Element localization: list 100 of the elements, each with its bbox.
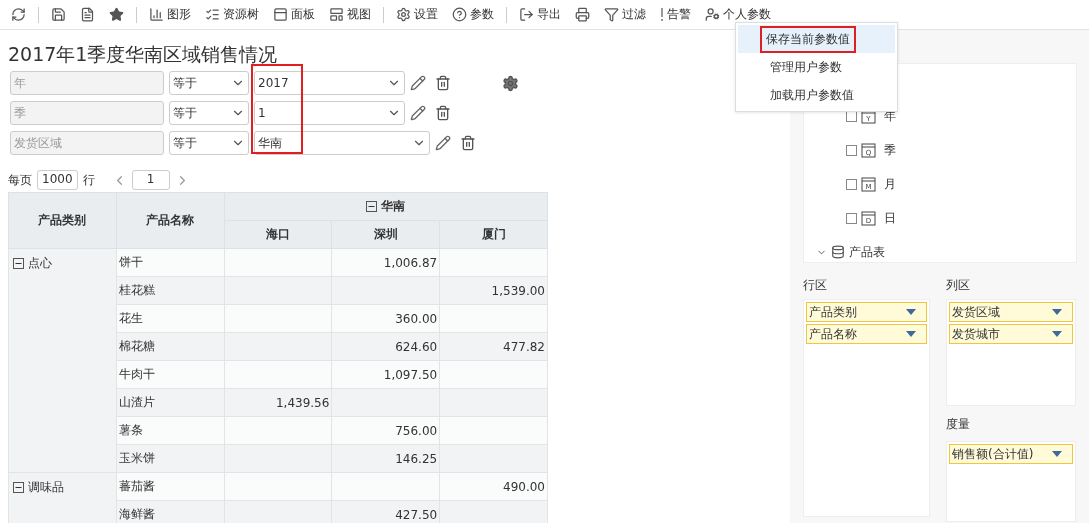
dropdown-icon[interactable]	[1052, 309, 1062, 315]
table-cell: 玉米饼	[116, 444, 225, 473]
column-header: 产品名称	[116, 192, 225, 249]
field-chip[interactable]: 发货区域	[949, 302, 1073, 322]
filter-field: 年	[10, 71, 164, 95]
toolbar-button[interactable]: 告警	[655, 2, 696, 27]
toolbar-button[interactable]: 面板	[268, 2, 320, 27]
value-select[interactable]: 2017	[254, 71, 405, 95]
dropdown-icon[interactable]	[906, 331, 916, 337]
dropdown-icon[interactable]	[1052, 451, 1062, 457]
zone-title: 度量	[946, 416, 971, 433]
per-page-label: 每页	[8, 171, 32, 189]
filter-field: 季	[10, 101, 164, 125]
delete-icon[interactable]	[460, 135, 476, 151]
report-title: 2017年1季度华南区域销售情况	[8, 42, 278, 67]
column-header: 海口	[224, 220, 332, 249]
checkbox[interactable]	[846, 110, 857, 122]
delete-icon[interactable]	[435, 105, 451, 121]
menu-item[interactable]: 保存当前参数值	[738, 25, 895, 53]
edit-icon[interactable]	[410, 105, 426, 121]
rows-label: 行	[82, 171, 95, 189]
table-cell: 棉花糖	[116, 332, 225, 361]
dropdown-icon[interactable]	[1052, 331, 1062, 337]
category-label: 点心	[28, 255, 52, 272]
menu-item[interactable]: 加载用户参数值	[738, 81, 895, 109]
tree-item[interactable]: 月	[884, 175, 896, 193]
dropdown-icon[interactable]	[906, 309, 916, 315]
table-cell: 360.00	[331, 304, 440, 333]
collapse-icon[interactable]	[366, 201, 378, 212]
toolbar-button[interactable]: 个人参数	[700, 2, 776, 27]
toolbar-button[interactable]: 视图	[324, 2, 376, 27]
star-icon	[109, 7, 124, 22]
checkbox[interactable]	[846, 144, 857, 156]
table-cell: 1,539.00	[439, 276, 548, 305]
value-select[interactable]: 华南	[254, 131, 430, 155]
checkbox[interactable]	[846, 212, 857, 224]
table-cell: 薯条	[116, 416, 225, 445]
filter-icon	[604, 7, 619, 22]
toolbar-button[interactable]: 图形	[144, 2, 196, 27]
layout-icon	[329, 7, 344, 22]
user-icon	[705, 7, 720, 22]
panel-icon	[273, 7, 288, 22]
operator-select[interactable]: 等于	[169, 101, 249, 125]
table-cell: 624.60	[331, 332, 440, 361]
settings-icon	[396, 7, 411, 22]
table-cell: 牛肉干	[116, 360, 225, 389]
toolbar-button[interactable]: 设置	[391, 2, 443, 27]
delete-icon[interactable]	[435, 75, 451, 91]
printer-icon	[575, 7, 590, 22]
refresh-icon	[11, 7, 26, 22]
collapse-icon[interactable]	[13, 258, 24, 269]
tree-item[interactable]: 季	[884, 141, 896, 159]
table-cell: 桂花糕	[116, 276, 225, 305]
table-cell: 1,006.87	[331, 248, 440, 277]
toolbar-button[interactable]: 过滤	[599, 2, 651, 27]
toolbar-button[interactable]: 参数	[447, 2, 499, 27]
menu-item[interactable]: 管理用户参数	[738, 53, 895, 81]
operator-select[interactable]: 等于	[169, 71, 249, 95]
exclamation-icon	[660, 7, 664, 22]
group-header: 华南	[381, 198, 406, 215]
table-cell: 饼干	[116, 248, 225, 277]
column-header: 产品类别	[8, 192, 117, 249]
edit-icon[interactable]	[410, 75, 426, 91]
table-cell: 756.00	[331, 416, 440, 445]
help-icon	[452, 7, 467, 22]
zone-title: 行区	[803, 277, 828, 294]
table-cell: 蕃茄酱	[116, 472, 225, 501]
save-icon	[51, 7, 66, 22]
checkbox[interactable]	[846, 178, 857, 190]
page-size-field[interactable]: 1000	[37, 170, 78, 190]
settings-icon[interactable]	[502, 74, 519, 92]
table-cell: 山渣片	[116, 388, 225, 417]
toolbar-button[interactable]: 资源树	[200, 2, 264, 27]
field-chip[interactable]: 销售额(合计值)	[949, 444, 1073, 464]
field-chip[interactable]: 产品名称	[806, 324, 927, 344]
field-chip[interactable]: 产品类别	[806, 302, 927, 322]
field-chip[interactable]: 发货城市	[949, 324, 1073, 344]
table-cell: 146.25	[331, 444, 440, 473]
toolbar-button[interactable]: 导出	[514, 2, 566, 27]
page-number-field[interactable]: 1	[131, 170, 170, 190]
bar-chart-icon	[149, 7, 164, 22]
column-header: 深圳	[331, 220, 440, 249]
operator-select[interactable]: 等于	[169, 131, 249, 155]
column-header: 厦门	[439, 220, 548, 249]
table-cell: 花生	[116, 304, 225, 333]
table-cell: 477.82	[439, 332, 548, 361]
table-cell: 490.00	[439, 472, 548, 501]
zone-title: 列区	[946, 277, 971, 294]
tree-item[interactable]: 产品表	[849, 243, 885, 261]
edit-icon[interactable]	[435, 135, 451, 151]
tree-item[interactable]: 日	[884, 209, 896, 227]
filter-field: 发货区域	[10, 131, 164, 155]
table-cell: 1,097.50	[331, 360, 440, 389]
table-cell: 1,439.56	[224, 388, 332, 417]
category-label: 调味品	[28, 479, 64, 496]
collapse-icon[interactable]	[13, 482, 24, 493]
checklist-icon	[205, 7, 220, 22]
export-icon	[519, 7, 534, 22]
document-icon	[80, 7, 95, 22]
value-select[interactable]: 1	[254, 101, 405, 125]
